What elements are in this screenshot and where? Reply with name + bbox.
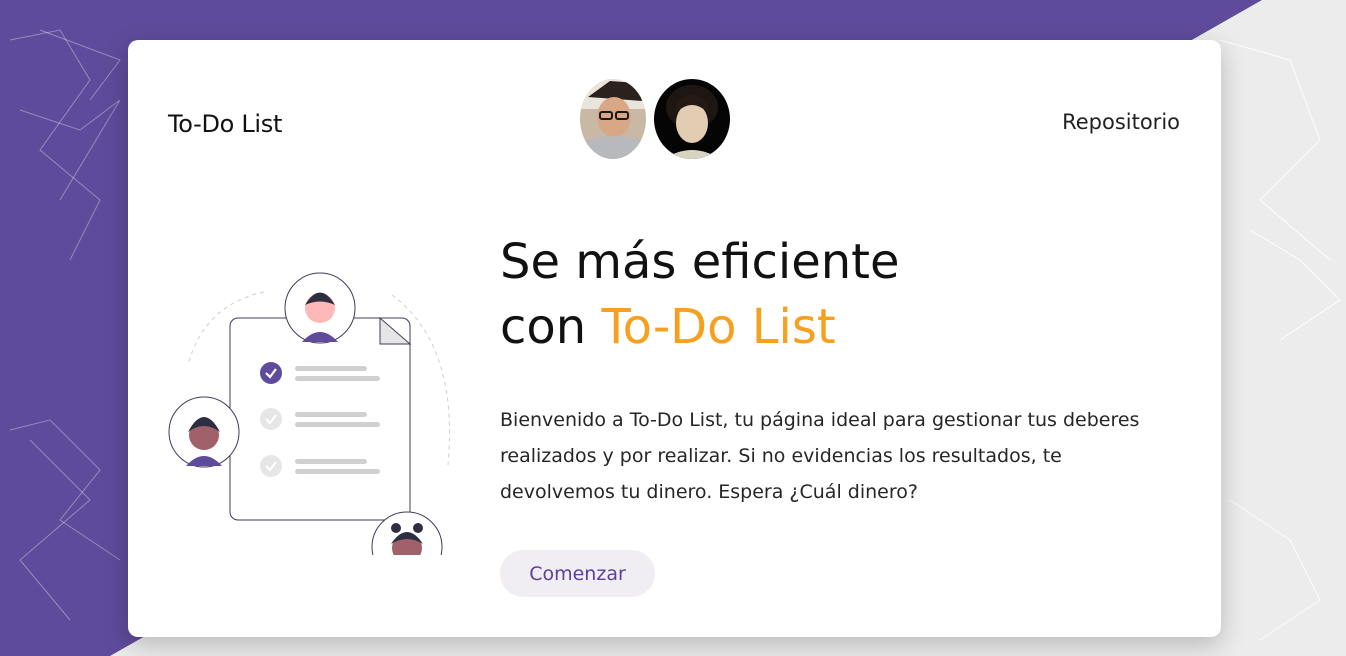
hero-line-2-prefix: con: [500, 299, 602, 355]
author-avatars: [580, 79, 730, 159]
todo-checklist-illustration: [168, 272, 451, 555]
brand-title: To-Do List: [168, 110, 283, 138]
repository-link[interactable]: Repositorio: [1062, 110, 1180, 134]
hero-description: Bienvenido a To-Do List, tu página ideal…: [500, 409, 1140, 503]
author-avatar-1: [580, 79, 646, 159]
main-card: To-Do List Repositorio Se más eficiente …: [128, 40, 1221, 637]
hero-line-2-accent: To-Do List: [601, 299, 836, 355]
hero-line-1: Se más eficiente: [500, 234, 900, 290]
hero-heading: Se más eficiente con To-Do List: [500, 230, 900, 360]
author-avatar-2: [654, 79, 730, 159]
start-button[interactable]: Comenzar: [500, 550, 655, 597]
check-icon: [260, 362, 282, 384]
